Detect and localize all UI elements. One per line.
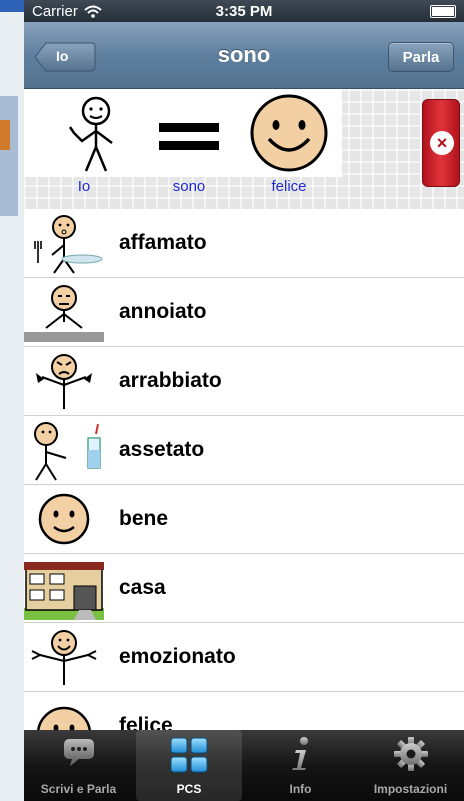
sentence-word-label: sono xyxy=(172,178,206,195)
status-time: 3:35 PM xyxy=(215,2,273,20)
list-item[interactable]: affamato xyxy=(24,209,464,278)
tab-bar: Scrivi e Parla PCS Info Impostazioni xyxy=(24,730,464,801)
close-circle-icon: × xyxy=(430,131,454,155)
grid-icon xyxy=(170,737,208,773)
list-item-label: affamato xyxy=(119,231,207,254)
word-list: affamato annoiato arrabbiato assetato be… xyxy=(24,209,464,761)
sentence-word-label: Io xyxy=(77,178,91,195)
status-bar: Carrier 3:35 PM xyxy=(24,0,464,22)
tab-pcs[interactable]: PCS xyxy=(136,730,242,801)
list-item-label: emozionato xyxy=(119,645,236,668)
hungry-symbol-icon xyxy=(34,215,103,274)
list-item[interactable]: assetato xyxy=(24,416,464,485)
list-item[interactable]: casa xyxy=(24,554,464,623)
thirsty-symbol-icon xyxy=(34,422,101,481)
info-icon xyxy=(291,737,308,770)
tab-label: Impostazioni xyxy=(373,782,448,796)
tab-info[interactable]: Info xyxy=(248,730,353,801)
tab-scrivi-e-parla[interactable]: Scrivi e Parla xyxy=(26,730,131,801)
sentence-word-sono[interactable]: sono xyxy=(144,89,234,199)
list-item-label: arrabbiato xyxy=(119,369,222,392)
tab-impostazioni[interactable]: Impostazioni xyxy=(358,730,463,801)
list-item-label: bene xyxy=(119,507,169,530)
angry-symbol-icon xyxy=(36,354,92,409)
background-strip xyxy=(0,0,24,801)
battery-icon xyxy=(430,5,456,18)
list-item[interactable]: bene xyxy=(24,485,464,554)
speech-bubble-icon xyxy=(63,739,94,766)
tab-label: Scrivi e Parla xyxy=(40,782,117,796)
sentence-word-label: felice xyxy=(271,178,307,195)
bored-symbol-icon xyxy=(24,285,104,342)
clear-sentence-button[interactable]: × xyxy=(422,99,460,187)
phone-screen: Carrier 3:35 PM Io sono Parla Io sono fe… xyxy=(24,0,464,801)
list-item-label: annoiato xyxy=(119,300,207,323)
happy-face-icon xyxy=(250,94,328,172)
speak-button[interactable]: Parla xyxy=(388,42,454,72)
gear-icon xyxy=(393,737,428,771)
list-item-label: casa xyxy=(119,576,166,599)
list-item-label: assetato xyxy=(119,438,205,461)
excited-symbol-icon xyxy=(31,630,97,685)
list-item[interactable]: emozionato xyxy=(24,623,464,692)
list-item[interactable]: annoiato xyxy=(24,278,464,347)
sentence-strip: Io sono felice × xyxy=(24,89,464,210)
navigation-bar: Io sono Parla xyxy=(24,22,464,89)
tab-label: Info xyxy=(289,782,312,796)
smiley-symbol-icon xyxy=(38,493,90,545)
tab-label: PCS xyxy=(176,782,202,796)
sentence-word-io[interactable]: Io xyxy=(34,89,134,199)
sentence-word-felice[interactable]: felice xyxy=(244,89,334,199)
io-symbol-icon xyxy=(68,96,113,172)
house-symbol-icon xyxy=(24,562,104,620)
list-item[interactable]: arrabbiato xyxy=(24,347,464,416)
equals-symbol-icon xyxy=(159,123,219,150)
